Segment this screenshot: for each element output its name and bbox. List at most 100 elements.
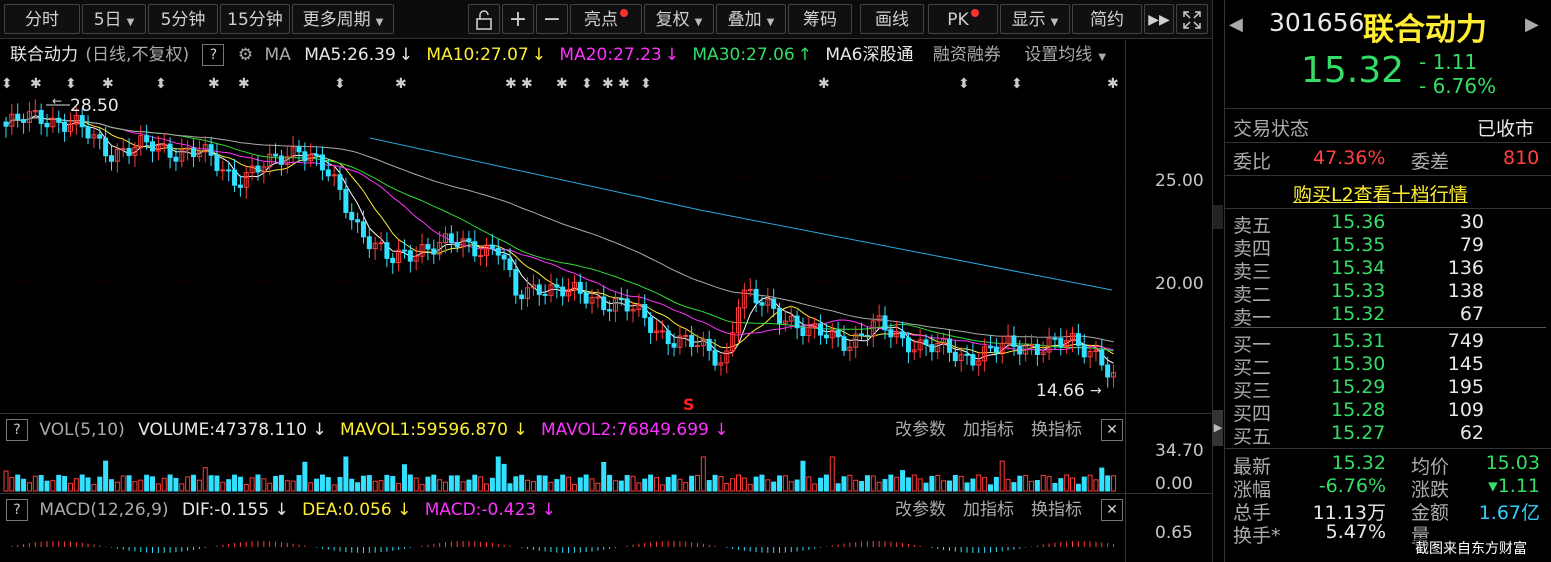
order-book-row[interactable]: 买二 15.30 145 xyxy=(1225,353,1551,379)
star-marker-icon[interactable]: ✱ xyxy=(818,76,830,92)
volume-bar xyxy=(337,477,343,492)
volume-bar xyxy=(542,475,548,492)
star-marker-icon[interactable]: ✱ xyxy=(395,76,407,92)
notification-dot-icon xyxy=(620,9,628,17)
period-tab-5day[interactable]: 5日 ▼ xyxy=(82,4,146,34)
order-book-row[interactable]: 买四 15.28 109 xyxy=(1225,399,1551,425)
volume-bar xyxy=(806,476,812,492)
fullscreen-button[interactable] xyxy=(1176,4,1208,34)
candle-body xyxy=(108,155,114,162)
period-tab-5min[interactable]: 5分钟 xyxy=(148,4,218,34)
help-button[interactable]: ? xyxy=(6,499,28,521)
period-tab-15min[interactable]: 15分钟 xyxy=(220,4,290,34)
change-params-button[interactable]: 改参数 xyxy=(895,496,946,524)
candle-body xyxy=(466,238,472,243)
order-book-row[interactable]: 卖二 15.33 138 xyxy=(1225,280,1551,306)
sell-signal-marker[interactable]: S xyxy=(683,395,695,414)
up-down-marker-icon[interactable]: ⬍ xyxy=(1011,76,1023,92)
star-marker-icon[interactable]: ✱ xyxy=(208,76,220,92)
collapse-handle[interactable]: ▶ xyxy=(1213,410,1223,446)
volume-bar xyxy=(923,482,929,492)
add-indicator-button[interactable]: 加指标 xyxy=(963,416,1014,444)
volume-bar xyxy=(97,476,103,492)
display-dropdown[interactable]: 显示 ▼ xyxy=(1000,4,1070,34)
close-icon[interactable]: ✕ xyxy=(1101,499,1123,521)
order-book-row[interactable]: 卖三 15.34 136 xyxy=(1225,257,1551,283)
star-marker-icon[interactable]: ✱ xyxy=(102,76,114,92)
close-icon[interactable]: ✕ xyxy=(1101,419,1123,441)
level-label: 卖一 xyxy=(1233,307,1272,329)
star-marker-icon[interactable]: ✱ xyxy=(30,76,42,92)
switch-indicator-button[interactable]: 换指标 xyxy=(1031,416,1082,444)
star-marker-icon[interactable]: ✱ xyxy=(618,76,630,92)
volume-bar xyxy=(970,478,976,492)
order-book-row[interactable]: 买五 15.27 62 xyxy=(1225,422,1551,448)
highlight-button[interactable]: 亮点 xyxy=(570,4,642,34)
overlay-dropdown[interactable]: 叠加 ▼ xyxy=(716,4,786,34)
star-marker-icon[interactable]: ✱ xyxy=(556,76,568,92)
margin-trading-link[interactable]: 融资融券 xyxy=(933,45,1001,65)
period-tab-intraday[interactable]: 分时 xyxy=(4,4,80,34)
candle-body xyxy=(888,329,894,338)
expand-panel-button[interactable]: ▶▶ xyxy=(1144,4,1174,34)
lock-button[interactable] xyxy=(468,4,500,34)
adjust-dropdown[interactable]: 复权 ▼ xyxy=(644,4,714,34)
up-down-marker-icon[interactable]: ⬍ xyxy=(581,76,593,92)
l2-purchase-link[interactable]: 购买L2查看十档行情 xyxy=(1293,180,1468,207)
pk-button[interactable]: PK xyxy=(928,4,998,34)
candle-body xyxy=(689,334,695,348)
star-marker-icon[interactable]: ✱ xyxy=(602,76,614,92)
prev-stock-button[interactable]: ◀ xyxy=(1229,14,1245,35)
help-button[interactable]: ? xyxy=(6,419,28,441)
star-marker-icon[interactable]: ✱ xyxy=(238,76,250,92)
candle-body xyxy=(618,298,624,301)
volume-bar xyxy=(900,470,906,492)
help-button[interactable]: ? xyxy=(202,44,225,66)
up-down-marker-icon[interactable]: ⬍ xyxy=(155,76,167,92)
up-down-marker-icon[interactable]: ⬍ xyxy=(65,76,77,92)
star-marker-icon[interactable]: ✱ xyxy=(505,76,517,92)
settings-gear-icon[interactable]: ⚙ xyxy=(238,45,253,65)
zoom-out-button[interactable]: − xyxy=(536,4,568,34)
volume-bar xyxy=(665,476,671,492)
volume-bar xyxy=(273,476,279,492)
star-marker-icon[interactable]: ✱ xyxy=(1107,76,1119,92)
ma-legend: 联合动力 (日线,不复权) ? ⚙ MA MA5:26.39 ↓ MA10:27.… xyxy=(0,40,1125,70)
kline-chart-area[interactable]: ⬍ ✱ ⬍ ✱ ⬍ ✱ ✱ ⬍ ✱ ✱ ✱ ✱ ⬍ ✱ ✱ ⬍ ✱ ⬍ ⬍ ✱ ← 28.50 14.66 → S 2… xyxy=(0,70,1212,562)
order-book-row[interactable]: 买一 15.31 749 xyxy=(1225,330,1551,356)
draw-line-button[interactable]: 画线 xyxy=(860,4,924,34)
star-marker-icon[interactable]: ✱ xyxy=(521,76,533,92)
switch-indicator-button[interactable]: 换指标 xyxy=(1031,496,1082,524)
candle-body xyxy=(1011,335,1017,347)
up-down-marker-icon[interactable]: ⬍ xyxy=(1,76,13,92)
ma6-connect-label[interactable]: MA6深股通 xyxy=(825,45,913,65)
order-book-row[interactable]: 卖五 15.36 30 xyxy=(1225,211,1551,237)
next-stock-button[interactable]: ▶ xyxy=(1525,14,1539,35)
set-ma-dropdown[interactable]: 设置均线 ▼ xyxy=(1024,45,1114,65)
up-down-marker-icon[interactable]: ⬍ xyxy=(334,76,346,92)
volume-bar xyxy=(325,477,331,492)
order-book-row[interactable]: 卖四 15.35 79 xyxy=(1225,234,1551,260)
candle-body xyxy=(366,236,372,250)
volume-bar xyxy=(601,461,607,492)
event-markers[interactable]: ⬍ ✱ ⬍ ✱ ⬍ ✱ ✱ ⬍ ✱ ✱ ✱ ✱ ⬍ ✱ ✱ ⬍ ✱ ⬍ ⬍ ✱ xyxy=(1,76,1119,92)
chevron-down-icon: ▼ xyxy=(694,17,703,28)
zoom-in-button[interactable]: + xyxy=(502,4,534,34)
period-more-dropdown[interactable]: 更多周期 ▼ xyxy=(292,4,394,34)
candle-body xyxy=(273,153,279,157)
chips-button[interactable]: 筹码 xyxy=(788,4,852,34)
candle-body xyxy=(542,293,548,296)
add-indicator-button[interactable]: 加指标 xyxy=(963,496,1014,524)
order-book-row[interactable]: 卖一 15.32 67 xyxy=(1225,303,1551,329)
change-params-button[interactable]: 改参数 xyxy=(895,416,946,444)
simple-mode-button[interactable]: 简约 xyxy=(1072,4,1142,34)
volume-bar xyxy=(659,484,665,492)
vol-indicator-name: VOL(5,10) xyxy=(39,420,125,440)
volume-bar xyxy=(1040,474,1046,492)
up-down-marker-icon[interactable]: ⬍ xyxy=(640,76,652,92)
stat-value: ▾1.11 xyxy=(1488,475,1540,497)
order-book-row[interactable]: 买三 15.29 195 xyxy=(1225,376,1551,402)
level-volume: 136 xyxy=(1447,257,1484,279)
up-down-marker-icon[interactable]: ⬍ xyxy=(958,76,970,92)
scroll-handle[interactable] xyxy=(1213,205,1223,229)
